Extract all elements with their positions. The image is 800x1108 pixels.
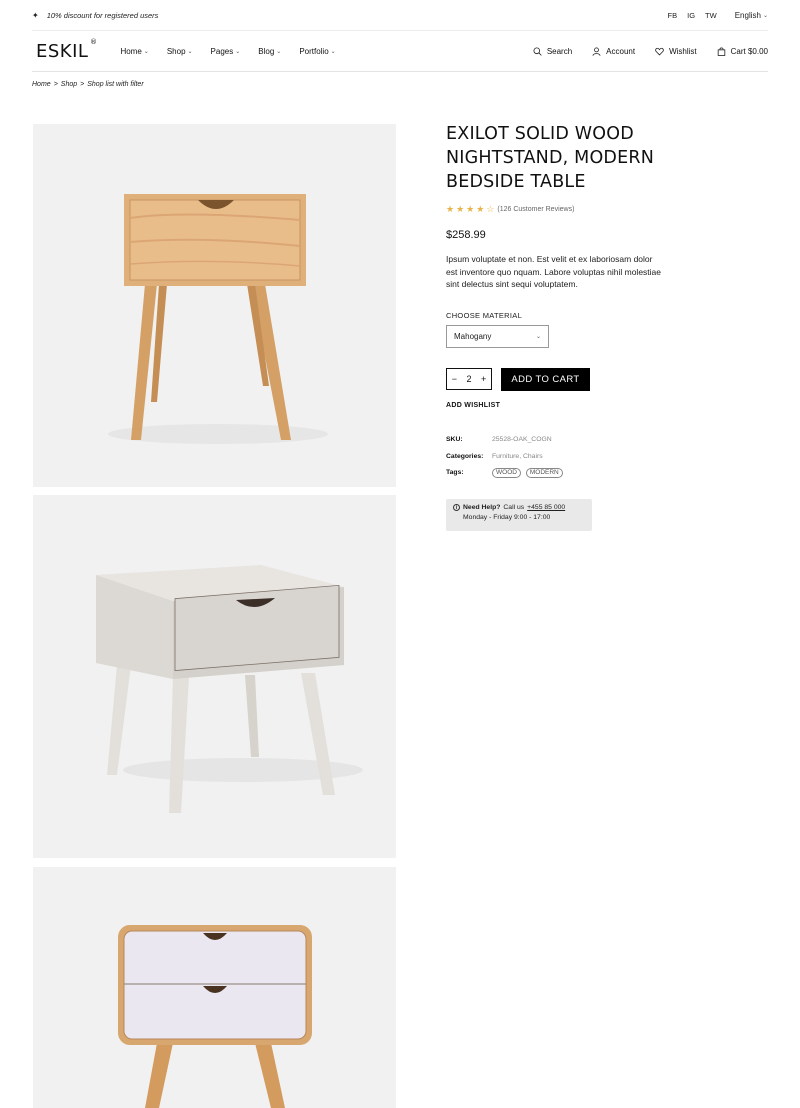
nav-item-label: Pages [210, 46, 234, 56]
promo-banner: ✦ 10% discount for registered users [32, 11, 158, 20]
sku-value: 25528-OAK_COGN [492, 436, 552, 444]
nav-item-portfolio[interactable]: Portfolio ⌄ [299, 47, 335, 56]
meta-row-sku: SKU: 25528-OAK_COGN [446, 432, 686, 449]
categories-value[interactable]: Furniture, Chairs [492, 453, 543, 460]
review-count[interactable]: (126 Customer Reviews) [497, 206, 574, 213]
product-image-two-drawer[interactable] [33, 867, 396, 1108]
nav-item-shop[interactable]: Shop ⌄ [167, 47, 193, 56]
nav-item-blog[interactable]: Blog ⌄ [258, 47, 281, 56]
material-label: CHOOSE MATERIAL [446, 310, 523, 320]
cart-label: Cart $0.00 [730, 46, 768, 56]
nightstand-oak-image [33, 124, 396, 487]
star-filled-icon: ★ [466, 204, 475, 214]
chevron-down-icon: ⌄ [235, 48, 241, 55]
categories-label: Categories: [446, 452, 484, 460]
main-nav: Home ⌄ Shop ⌄ Pages ⌄ Blog ⌄ Portfolio ⌄ [120, 47, 335, 56]
main-header: ESKIL ® Home ⌄ Shop ⌄ Pages ⌄ Blog ⌄ Port… [32, 31, 768, 72]
product-description: Ipsum voluptate et non. Est velit et ex … [446, 254, 661, 289]
breadcrumb-separator: > [53, 81, 58, 88]
search-icon [533, 46, 542, 56]
account-button[interactable]: Account [592, 47, 635, 56]
add-wishlist-link[interactable]: ADD WISHLIST [446, 402, 686, 409]
header-utilities: Search Account Wishlist Cart $0.00 [533, 47, 768, 56]
top-right: FB IG TW English ⌄ [668, 11, 768, 20]
nav-item-label: Home [120, 46, 142, 56]
top-bar: ✦ 10% discount for registered users FB I… [32, 0, 768, 31]
breadcrumb-shop[interactable]: Shop [61, 81, 77, 88]
chevron-down-icon: ⌄ [535, 333, 541, 340]
search-button[interactable]: Search [533, 47, 572, 56]
help-hours: Monday - Friday 9:00 - 17:00 [463, 514, 551, 521]
heart-icon [655, 47, 664, 56]
help-line: i Need Help? Call us +455 85 000 [453, 504, 585, 511]
user-icon [592, 46, 601, 56]
star-empty-icon: ☆ [486, 204, 495, 214]
shopping-bag-icon [717, 47, 725, 56]
social-links: FB IG TW [668, 11, 717, 20]
info-icon: i [453, 504, 460, 511]
help-title: Need Help? [463, 504, 501, 511]
language-label: English [734, 10, 761, 20]
star-filled-icon: ★ [446, 204, 455, 214]
star-filled-icon: ★ [476, 204, 485, 214]
rating-stars: ★ ★ ★ ★ ☆ [446, 204, 494, 215]
product-image-white[interactable] [33, 495, 396, 858]
sku-label: SKU: [446, 436, 463, 444]
search-label: Search [546, 46, 573, 56]
logo-text: ESKIL [36, 40, 89, 62]
help-call-text: Call us [503, 504, 525, 511]
chevron-down-icon: ⌄ [143, 48, 149, 55]
meta-row-tags: Tags: WOOD MODERN [446, 465, 686, 482]
help-box: i Need Help? Call us +455 85 000 Monday … [446, 499, 592, 531]
product-info: EXILOT SOLID WOOD NIGHTSTAND, MODERN BED… [446, 122, 686, 531]
material-select[interactable]: Mahogany ⌄ [446, 324, 549, 348]
product-image-oak[interactable] [33, 124, 396, 487]
meta-row-categories: Categories: Furniture, Chairs [446, 448, 686, 465]
tag-wood[interactable]: WOOD [492, 467, 521, 478]
account-label: Account [606, 46, 636, 56]
quantity-decrease-button[interactable]: − [452, 374, 457, 384]
help-phone-link[interactable]: +455 85 000 [527, 504, 565, 511]
chevron-down-icon: ⌄ [762, 12, 768, 19]
add-to-cart-row: − 2 + ADD TO CART [446, 367, 686, 391]
quantity-increase-button[interactable]: + [481, 374, 486, 384]
breadcrumb-home[interactable]: Home [32, 81, 51, 88]
add-to-cart-button[interactable]: ADD TO CART [501, 367, 590, 391]
wishlist-button[interactable]: Wishlist [655, 47, 697, 56]
social-link-ig[interactable]: IG [687, 11, 695, 20]
product-title: EXILOT SOLID WOOD NIGHTSTAND, MODERN BED… [446, 124, 655, 192]
product-price: $258.99 [446, 229, 486, 241]
wishlist-label: Wishlist [669, 46, 697, 56]
quantity-value[interactable]: 2 [466, 374, 471, 384]
cart-button[interactable]: Cart $0.00 [717, 47, 768, 56]
product-rating: ★ ★ ★ ★ ☆ (126 Customer Reviews) [446, 204, 686, 215]
promo-text: 10% discount for registered users [46, 10, 159, 20]
logo-mark: ® [89, 37, 98, 46]
logo[interactable]: ESKIL ® [36, 38, 97, 62]
nav-item-label: Shop [166, 46, 186, 56]
nightstand-two-drawer-image [33, 867, 396, 1108]
chevron-down-icon: ⌄ [276, 48, 282, 55]
breadcrumb-separator: > [80, 81, 85, 88]
product-meta: SKU: 25528-OAK_COGN Categories: Furnitur… [446, 432, 686, 482]
nav-item-pages[interactable]: Pages ⌄ [211, 47, 241, 56]
tags-label: Tags: [446, 469, 464, 477]
chevron-down-icon: ⌄ [330, 48, 336, 55]
material-selected-value: Mahogany [454, 331, 492, 341]
tag-modern[interactable]: MODERN [525, 467, 563, 478]
breadcrumb: Home > Shop > Shop list with filter [32, 81, 144, 88]
nav-item-home[interactable]: Home ⌄ [120, 47, 148, 56]
social-link-fb[interactable]: FB [668, 11, 678, 20]
social-link-tw[interactable]: TW [705, 11, 717, 20]
nav-item-label: Portfolio [299, 46, 329, 56]
nightstand-white-image [33, 495, 396, 858]
nav-item-label: Blog [258, 46, 275, 56]
breadcrumb-current: Shop list with filter [87, 81, 144, 88]
language-selector[interactable]: English ⌄ [735, 11, 768, 20]
sparkle-icon: ✦ [32, 10, 39, 20]
quantity-stepper[interactable]: − 2 + [446, 368, 492, 390]
chevron-down-icon: ⌄ [187, 48, 193, 55]
star-filled-icon: ★ [456, 204, 465, 214]
